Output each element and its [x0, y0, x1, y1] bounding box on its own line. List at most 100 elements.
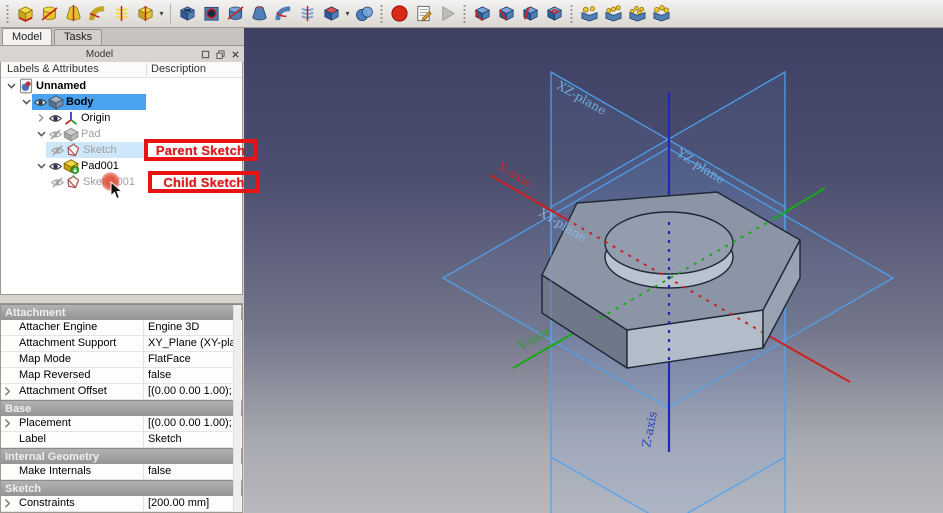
pocket-button[interactable] [176, 2, 199, 25]
property-label: Map Mode [15, 352, 144, 367]
property-row-attachment-offset: Attachment Offset [(0.00 0.00 1.00); 0... [1, 384, 242, 400]
property-label: Attachment Offset [15, 384, 144, 399]
chevron-expanded-icon[interactable] [35, 160, 48, 173]
linear-pattern-icon [604, 4, 623, 23]
macro-edit-button[interactable] [412, 2, 435, 25]
toolbar-group-partdesign-subtractive: ▾ [175, 2, 352, 25]
eye-open-icon[interactable] [48, 160, 63, 173]
expander-icon[interactable] [1, 416, 15, 431]
additive-primitive-dropdown[interactable]: ▾ [157, 2, 166, 25]
toolbar-grip[interactable] [5, 3, 10, 24]
3d-scene: XZ-plane YZ-plane XY-plane X-axis Y-axis… [441, 70, 895, 513]
tree-item-label: Pad001 [81, 160, 119, 172]
annotation-parent-sketch: Parent Sketch [144, 139, 257, 161]
thickness-button[interactable] [543, 2, 566, 25]
eye-off-icon[interactable] [50, 176, 65, 189]
eye-off-icon[interactable] [50, 144, 65, 157]
polar-pattern-icon [628, 4, 647, 23]
toolbar-group-macro [387, 2, 459, 25]
fillet-icon [473, 4, 492, 23]
expander-icon[interactable] [1, 384, 15, 399]
tree-item-label: Unnamed [36, 80, 87, 92]
groove-icon [226, 4, 245, 23]
multitransform-button[interactable] [650, 2, 673, 25]
property-group-base[interactable]: Base [1, 400, 242, 416]
hole-button[interactable] [200, 2, 223, 25]
fillet-button[interactable] [471, 2, 494, 25]
tree-column-description: Description [151, 63, 207, 75]
pad-button[interactable] [14, 2, 37, 25]
property-group-attachment[interactable]: Attachment [1, 304, 242, 320]
pocket-icon [178, 4, 197, 23]
panel-float-button[interactable] [214, 48, 227, 60]
macro-execute-button[interactable] [436, 2, 459, 25]
boolean-button[interactable] [353, 2, 376, 25]
linear-pattern-button[interactable] [602, 2, 625, 25]
subtractive-helix-button[interactable] [296, 2, 319, 25]
chevron-expanded-icon[interactable] [35, 128, 48, 141]
expander-icon[interactable] [1, 496, 15, 511]
panel-splitter[interactable] [0, 295, 244, 303]
toolbar-grip[interactable] [462, 3, 467, 24]
tree-item-unnamed[interactable]: Unnamed [1, 78, 242, 94]
property-value[interactable]: Sketch [144, 432, 242, 447]
chevron-collapsed-icon[interactable] [35, 112, 48, 125]
3d-viewport[interactable]: XZ-plane YZ-plane XY-plane X-axis Y-axis… [244, 28, 943, 513]
toolbar-group-partdesign-additive: ▾ [13, 2, 166, 25]
tree-item-origin[interactable]: Origin [1, 110, 242, 126]
revolution-button[interactable] [38, 2, 61, 25]
document-icon [18, 78, 34, 94]
toolbar-grip[interactable] [569, 3, 574, 24]
property-label: Attachment Support [15, 336, 144, 351]
chevron-expanded-icon[interactable] [20, 96, 33, 109]
property-value[interactable]: Engine 3D [144, 320, 242, 335]
eye-off-icon[interactable] [48, 128, 63, 141]
mirrored-button[interactable] [578, 2, 601, 25]
additive-pipe-button[interactable] [86, 2, 109, 25]
polar-pattern-button[interactable] [626, 2, 649, 25]
property-value[interactable]: [200.00 mm] [144, 496, 242, 511]
subtractive-primitive-dropdown[interactable]: ▾ [343, 2, 352, 25]
property-value[interactable]: false [144, 464, 242, 479]
property-group-sketch[interactable]: Sketch [1, 480, 242, 496]
eye-open-icon[interactable] [33, 96, 48, 109]
draft-button[interactable] [519, 2, 542, 25]
tree-item-label: Body [66, 96, 94, 108]
thickness-icon [545, 4, 564, 23]
property-editor: Attachment Attacher Engine Engine 3D Attach… [0, 303, 243, 513]
subtractive-primitive-button[interactable] [320, 2, 343, 25]
subtractive-pipe-button[interactable] [272, 2, 295, 25]
tree-item-body[interactable]: Body [1, 94, 242, 110]
panel-dock-button[interactable] [199, 48, 212, 60]
additive-helix-button[interactable] [110, 2, 133, 25]
tab-model[interactable]: Model [2, 28, 52, 45]
toolbar-grip[interactable] [379, 3, 384, 24]
annotation-parent-sketch-text: Parent Sketch [155, 142, 246, 158]
property-value[interactable]: [(0.00 0.00 1.00); 0... [144, 384, 242, 399]
eye-open-icon[interactable] [48, 112, 63, 125]
chevron-expanded-icon[interactable] [5, 80, 18, 93]
mirrored-icon [580, 4, 599, 23]
additive-primitive-button[interactable] [134, 2, 157, 25]
property-row-label: Label Sketch [1, 432, 242, 448]
record-icon [390, 4, 409, 23]
property-scrollbar[interactable] [233, 305, 241, 512]
subtractive-loft-button[interactable] [248, 2, 271, 25]
panel-close-button[interactable] [229, 48, 242, 60]
property-value[interactable]: XY_Plane (XY-pla... [144, 336, 242, 351]
property-group-internal-geometry[interactable]: Internal Geometry [1, 448, 242, 464]
boolean-icon [355, 4, 374, 23]
property-value[interactable]: FlatFace [144, 352, 242, 367]
property-value[interactable]: false [144, 368, 242, 383]
chamfer-button[interactable] [495, 2, 518, 25]
property-value[interactable]: [(0.00 0.00 1.00); 0... [144, 416, 242, 431]
macro-edit-icon [414, 4, 433, 23]
additive-loft-button[interactable] [62, 2, 85, 25]
macro-record-button[interactable] [388, 2, 411, 25]
tab-tasks[interactable]: Tasks [53, 29, 103, 45]
groove-button[interactable] [224, 2, 247, 25]
